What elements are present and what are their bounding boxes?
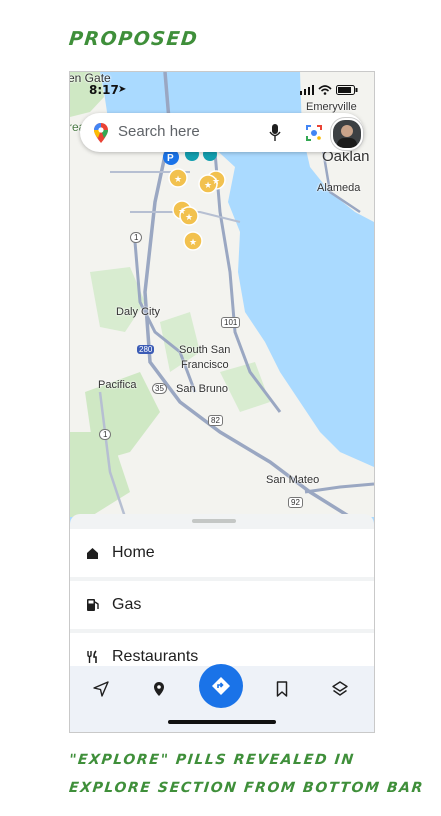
restaurant-icon [84, 649, 100, 665]
wifi-icon [318, 85, 332, 95]
map-label-san-bruno: San Bruno [176, 383, 228, 395]
explore-pill-gas[interactable]: Gas [70, 581, 374, 629]
caption-line-1: "EXPLORE" PILLS REVEALED IN [68, 752, 356, 768]
svg-text:★: ★ [174, 175, 182, 185]
layers-icon[interactable] [325, 674, 355, 704]
gas-station-icon [84, 597, 100, 613]
microphone-icon[interactable] [269, 124, 281, 142]
highway-101-shield: 101 [221, 317, 241, 328]
highway-35-shield: 35 [152, 383, 167, 394]
phone-screen: P ★★★ ★★★ en Gate reatio Emeryville Oakl… [69, 71, 375, 733]
search-input[interactable]: Search here [118, 123, 200, 140]
map-label-daly-city: Daly City [116, 306, 161, 318]
search-bar[interactable]: Search here [80, 113, 364, 152]
map-label-south-sf-1: South San [179, 344, 231, 356]
navigation-arrow-icon[interactable] [86, 674, 116, 704]
battery-icon [336, 85, 358, 95]
google-lens-icon[interactable] [305, 124, 323, 142]
bookmark-icon[interactable] [267, 674, 297, 704]
explore-pill-label: Gas [112, 596, 142, 613]
caption-line-2: EXPLORE SECTION FROM BOTTOM BAR [68, 780, 425, 796]
explore-pill-label: Restaurants [112, 648, 199, 665]
map-label-alameda: Alameda [317, 182, 361, 194]
google-maps-pin-icon [94, 123, 108, 143]
page-title: PROPOSED [67, 28, 200, 50]
home-indicator [168, 720, 276, 724]
status-bar: 8:17 ➤ [70, 72, 374, 106]
bottom-nav-bar [70, 664, 374, 732]
sheet-drag-handle[interactable] [192, 519, 236, 523]
map-label-san-mateo: San Mateo [266, 474, 320, 486]
svg-text:★: ★ [189, 238, 197, 248]
home-icon [84, 545, 100, 561]
signal-icon [300, 85, 314, 95]
explore-pill-label: Home [112, 544, 155, 561]
svg-text:★: ★ [204, 181, 212, 191]
svg-text:★: ★ [212, 177, 220, 187]
explore-pill-home[interactable]: Home [70, 529, 374, 577]
highway-82-shield: 82 [208, 415, 223, 426]
highway-92-shield: 92 [288, 497, 303, 508]
directions-icon[interactable] [199, 664, 243, 708]
svg-text:P: P [167, 153, 174, 164]
status-time: 8:17 [89, 83, 119, 97]
map-label-south-sf-2: Francisco [181, 359, 229, 371]
location-arrow-icon: ➤ [118, 84, 127, 95]
svg-text:★: ★ [185, 213, 193, 223]
highway-280-shield: 280 [137, 345, 155, 354]
map-label-pacifica: Pacifica [98, 379, 137, 391]
avatar[interactable] [331, 118, 363, 150]
location-pin-icon[interactable] [144, 674, 174, 704]
